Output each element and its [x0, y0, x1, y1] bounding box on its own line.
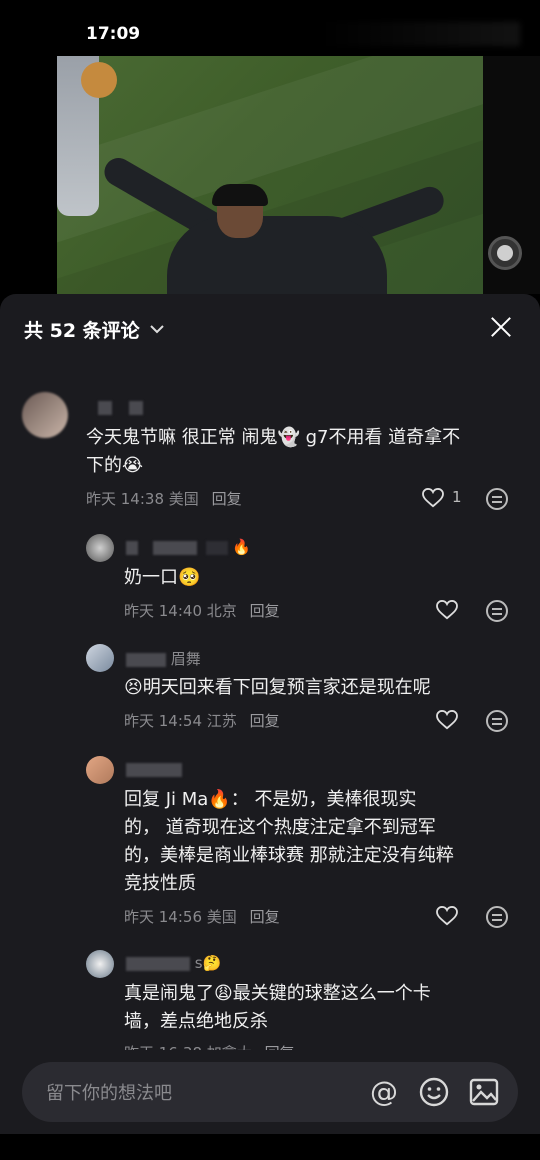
username[interactable]: 🔥 [126, 538, 251, 556]
comment-time: 昨天 14:56 [124, 908, 202, 926]
comment-location: 美国 [168, 490, 199, 508]
chevron-down-icon [149, 322, 164, 338]
heart-icon[interactable] [422, 487, 444, 508]
reply-button[interactable]: 回复 [250, 602, 280, 620]
reply-button[interactable]: 回复 [250, 908, 280, 926]
floating-ball-button[interactable] [488, 236, 522, 270]
comment-text-line: 的，美棒是商业棒球赛 那就注定没有纯粹 [124, 845, 454, 866]
username[interactable] [126, 760, 182, 778]
comment-text-line: 回复 Ji Ma🔥： 不是奶，美棒很现实 [124, 789, 417, 810]
comment-location: 北京 [206, 602, 237, 620]
username[interactable] [98, 398, 143, 416]
close-icon[interactable] [486, 312, 516, 342]
comment-location: 江苏 [206, 712, 237, 730]
umpire-figure [167, 216, 387, 294]
at-mention-icon[interactable]: @ [368, 1076, 400, 1108]
username[interactable]: 眉舞 [126, 648, 201, 669]
navigation-bar [0, 1134, 540, 1160]
smile-icon[interactable] [418, 1076, 450, 1108]
comment-location: 美国 [206, 908, 237, 926]
comment-input[interactable] [44, 1076, 348, 1110]
sheet-header: 共 52 条评论 [0, 294, 540, 360]
heart-icon[interactable] [436, 905, 458, 926]
comment-text: 奶一口🥺 [124, 567, 201, 588]
reply-button[interactable]: 回复 [212, 490, 242, 508]
comment-text-line: 今天鬼节嘛 很正常 闹鬼👻 g7不用看 道奇拿不 [86, 427, 461, 448]
status-time: 17:09 [86, 24, 141, 44]
avatar[interactable] [22, 392, 68, 438]
avatar[interactable] [86, 644, 114, 672]
username-suffix: 🔥 [232, 538, 252, 556]
comment-time: 昨天 14:40 [124, 602, 202, 620]
avatar[interactable] [86, 534, 114, 562]
comment-meta: 昨天 14:54 江苏 回复 [124, 710, 280, 731]
comment-text-line: 的， 道奇现在这个热度注定拿不到冠军 [124, 817, 436, 838]
username[interactable]: s🤔 [126, 954, 221, 972]
comment-time: 昨天 14:38 [86, 490, 164, 508]
comment-text-line: 下的😭 [86, 455, 144, 476]
heart-icon[interactable] [436, 709, 458, 730]
comment-text: 今天鬼节嘛 很正常 闹鬼👻 g7不用看 道奇拿不 下的😭 [86, 424, 516, 480]
more-options-icon[interactable] [486, 906, 508, 928]
comment-text-line: 竞技性质 [124, 873, 196, 894]
like-count: 1 [452, 488, 462, 506]
heart-icon[interactable] [436, 599, 458, 620]
username-suffix: 眉舞 [170, 650, 201, 668]
username-suffix: s🤔 [194, 954, 222, 972]
more-options-icon[interactable] [486, 600, 508, 622]
comment-text: 😣明天回来看下回复预言家还是现在呢 [124, 677, 431, 698]
video-player[interactable] [57, 56, 483, 294]
comment-meta: 昨天 14:38 美国 回复 [86, 488, 242, 509]
image-icon[interactable] [468, 1076, 500, 1108]
comment-input-container: @ [22, 1062, 518, 1122]
comment-time: 昨天 14:54 [124, 712, 202, 730]
comment-text-line: 墙，差点绝地反杀 [124, 1011, 268, 1032]
more-options-icon[interactable] [486, 710, 508, 732]
comment-text-line: 真是闹鬼了😩最关键的球整这么一个卡 [124, 983, 431, 1004]
comment-meta: 昨天 14:40 北京 回复 [124, 600, 280, 621]
reply-button[interactable]: 回复 [250, 712, 280, 730]
umpire-cap [212, 184, 268, 206]
avatar[interactable] [86, 950, 114, 978]
comment-text: 回复 Ji Ma🔥： 不是奶，美棒很现实 的， 道奇现在这个热度注定拿不到冠军 … [124, 786, 524, 898]
avatar[interactable] [86, 756, 114, 784]
comment-text: 真是闹鬼了😩最关键的球整这么一个卡 墙，差点绝地反杀 [124, 980, 524, 1036]
comment-count-label: 共 52 条评论 [24, 320, 140, 342]
more-options-icon[interactable] [486, 488, 508, 510]
glove [81, 62, 117, 98]
comment-sheet: 共 52 条评论 今天鬼节嘛 很正常 闹鬼👻 g7不用看 道奇拿不 下的😭 昨天… [0, 294, 540, 1160]
comment-meta: 昨天 14:56 美国 回复 [124, 906, 280, 927]
comment-count-title[interactable]: 共 52 条评论 [24, 316, 164, 343]
status-icons [320, 22, 520, 46]
